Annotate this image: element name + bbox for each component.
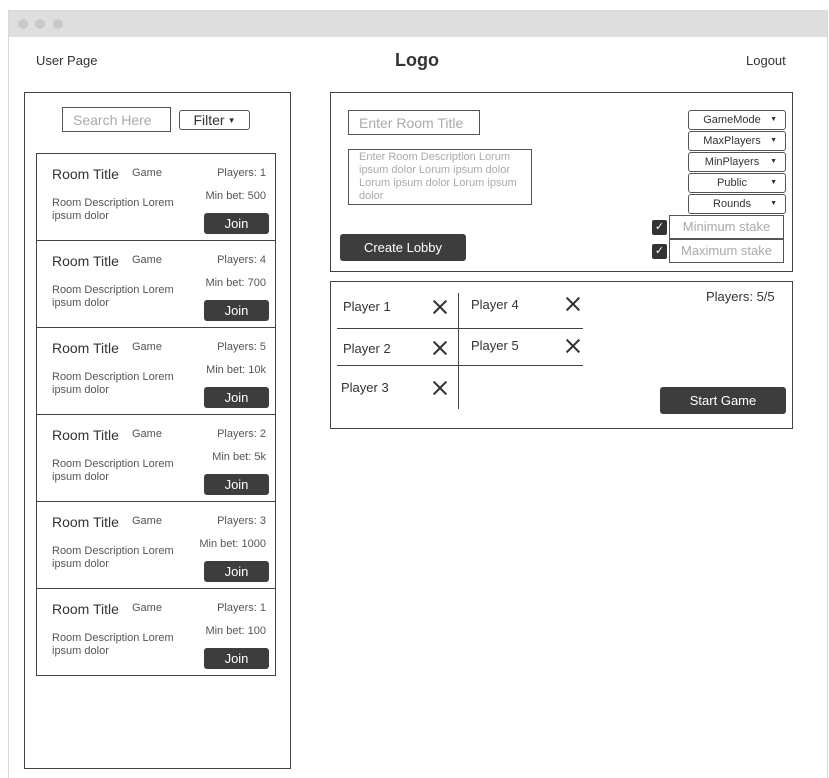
room-title: Room Title bbox=[52, 601, 119, 617]
join-button[interactable]: Join bbox=[204, 474, 269, 495]
dropdown-label: GameMode bbox=[703, 114, 761, 126]
maxplayers-dropdown[interactable]: MaxPlayers ▼ bbox=[688, 131, 786, 151]
logout-link[interactable]: Logout bbox=[746, 53, 786, 68]
room-title: Room Title bbox=[52, 427, 119, 443]
room-players: Players: 1 bbox=[217, 167, 266, 179]
room-description: Room Description Lorem ipsum dolor bbox=[52, 545, 174, 570]
user-page-link[interactable]: User Page bbox=[36, 53, 97, 68]
close-icon[interactable] bbox=[433, 300, 447, 314]
room-description: Room Description Lorem ipsum dolor bbox=[52, 458, 174, 483]
room-title: Room Title bbox=[52, 166, 119, 182]
room-description: Room Description Lorem ipsum dolor bbox=[52, 371, 174, 396]
room-card: Room Title Game Players: 3 Room Descript… bbox=[37, 502, 275, 589]
room-players: Players: 2 bbox=[217, 428, 266, 440]
close-icon[interactable] bbox=[433, 341, 447, 355]
close-icon[interactable] bbox=[566, 297, 580, 311]
player-name: Player 1 bbox=[343, 299, 391, 314]
room-card: Room Title Game Players: 2 Room Descript… bbox=[37, 415, 275, 502]
caret-down-icon: ▼ bbox=[770, 179, 777, 186]
close-icon[interactable] bbox=[433, 381, 447, 395]
room-title-input[interactable]: Enter Room Title bbox=[348, 110, 480, 135]
room-players: Players: 3 bbox=[217, 515, 266, 527]
room-description: Room Description Lorem ipsum dolor bbox=[52, 632, 174, 657]
window-titlebar bbox=[9, 11, 827, 37]
room-game: Game bbox=[132, 254, 162, 266]
room-title: Room Title bbox=[52, 340, 119, 356]
dropdown-label: MinPlayers bbox=[704, 156, 760, 168]
create-lobby-button[interactable]: Create Lobby bbox=[340, 234, 466, 261]
max-stake-input[interactable]: Maximum stake bbox=[669, 239, 784, 263]
room-card: Room Title Game Players: 5 Room Descript… bbox=[37, 328, 275, 415]
window-maximize-dot[interactable] bbox=[53, 19, 63, 29]
room-list: Room Title Game Players: 1 Room Descript… bbox=[36, 153, 276, 676]
minplayers-dropdown[interactable]: MinPlayers ▼ bbox=[688, 152, 786, 172]
dropdown-label: Public bbox=[717, 177, 747, 189]
player-name: Player 3 bbox=[341, 380, 389, 395]
player-name: Player 4 bbox=[471, 297, 519, 312]
player-name: Player 2 bbox=[343, 341, 391, 356]
room-card: Room Title Game Players: 1 Room Descript… bbox=[37, 589, 275, 676]
check-icon: ✓ bbox=[654, 221, 665, 233]
room-min-bet: Min bet: 500 bbox=[205, 190, 266, 202]
room-min-bet: Min bet: 1000 bbox=[199, 538, 266, 550]
join-button[interactable]: Join bbox=[204, 300, 269, 321]
check-icon: ✓ bbox=[654, 245, 665, 257]
room-min-bet: Min bet: 100 bbox=[205, 625, 266, 637]
caret-down-icon: ▼ bbox=[770, 158, 777, 165]
room-players: Players: 4 bbox=[217, 254, 266, 266]
room-players: Players: 1 bbox=[217, 602, 266, 614]
caret-down-icon: ▼ bbox=[227, 116, 236, 126]
join-button[interactable]: Join bbox=[204, 648, 269, 669]
room-game: Game bbox=[132, 428, 162, 440]
join-button[interactable]: Join bbox=[204, 387, 269, 408]
room-description-input[interactable]: Enter Room Description Lorum ipsum dolor… bbox=[348, 149, 532, 205]
window-close-dot[interactable] bbox=[18, 19, 28, 29]
filter-label: Filter bbox=[193, 112, 225, 128]
room-title: Room Title bbox=[52, 514, 119, 530]
players-count: Players: 5/5 bbox=[706, 289, 775, 304]
dropdown-label: Rounds bbox=[713, 198, 751, 210]
dropdown-label: MaxPlayers bbox=[703, 135, 761, 147]
room-title: Room Title bbox=[52, 253, 119, 269]
room-players: Players: 5 bbox=[217, 341, 266, 353]
room-min-bet: Min bet: 10k bbox=[206, 364, 266, 376]
room-min-bet: Min bet: 5k bbox=[212, 451, 266, 463]
caret-down-icon: ▼ bbox=[770, 200, 777, 207]
room-game: Game bbox=[132, 167, 162, 179]
caret-down-icon: ▼ bbox=[770, 137, 777, 144]
visibility-dropdown[interactable]: Public ▼ bbox=[688, 173, 786, 193]
window-minimize-dot[interactable] bbox=[35, 19, 45, 29]
logo: Logo bbox=[395, 50, 439, 70]
room-card: Room Title Game Players: 1 Room Descript… bbox=[37, 154, 275, 241]
room-description: Room Description Lorem ipsum dolor bbox=[52, 197, 174, 222]
max-stake-checkbox[interactable]: ✓ bbox=[652, 244, 667, 259]
room-game: Game bbox=[132, 341, 162, 353]
search-input[interactable]: Search Here bbox=[62, 107, 171, 132]
player-grid-divider bbox=[337, 365, 583, 366]
caret-down-icon: ▼ bbox=[770, 116, 777, 123]
filter-dropdown[interactable]: Filter ▼ bbox=[179, 110, 250, 130]
player-grid-divider bbox=[337, 328, 583, 329]
join-button[interactable]: Join bbox=[204, 213, 269, 234]
player-name: Player 5 bbox=[471, 338, 519, 353]
gamemode-dropdown[interactable]: GameMode ▼ bbox=[688, 110, 786, 130]
min-stake-input[interactable]: Minimum stake bbox=[669, 215, 784, 239]
rounds-dropdown[interactable]: Rounds ▼ bbox=[688, 194, 786, 214]
player-grid-divider bbox=[458, 293, 459, 409]
room-min-bet: Min bet: 700 bbox=[205, 277, 266, 289]
close-icon[interactable] bbox=[566, 339, 580, 353]
start-game-button[interactable]: Start Game bbox=[660, 387, 786, 414]
room-description: Room Description Lorem ipsum dolor bbox=[52, 284, 174, 309]
min-stake-checkbox[interactable]: ✓ bbox=[652, 220, 667, 235]
join-button[interactable]: Join bbox=[204, 561, 269, 582]
room-game: Game bbox=[132, 515, 162, 527]
room-card: Room Title Game Players: 4 Room Descript… bbox=[37, 241, 275, 328]
room-game: Game bbox=[132, 602, 162, 614]
